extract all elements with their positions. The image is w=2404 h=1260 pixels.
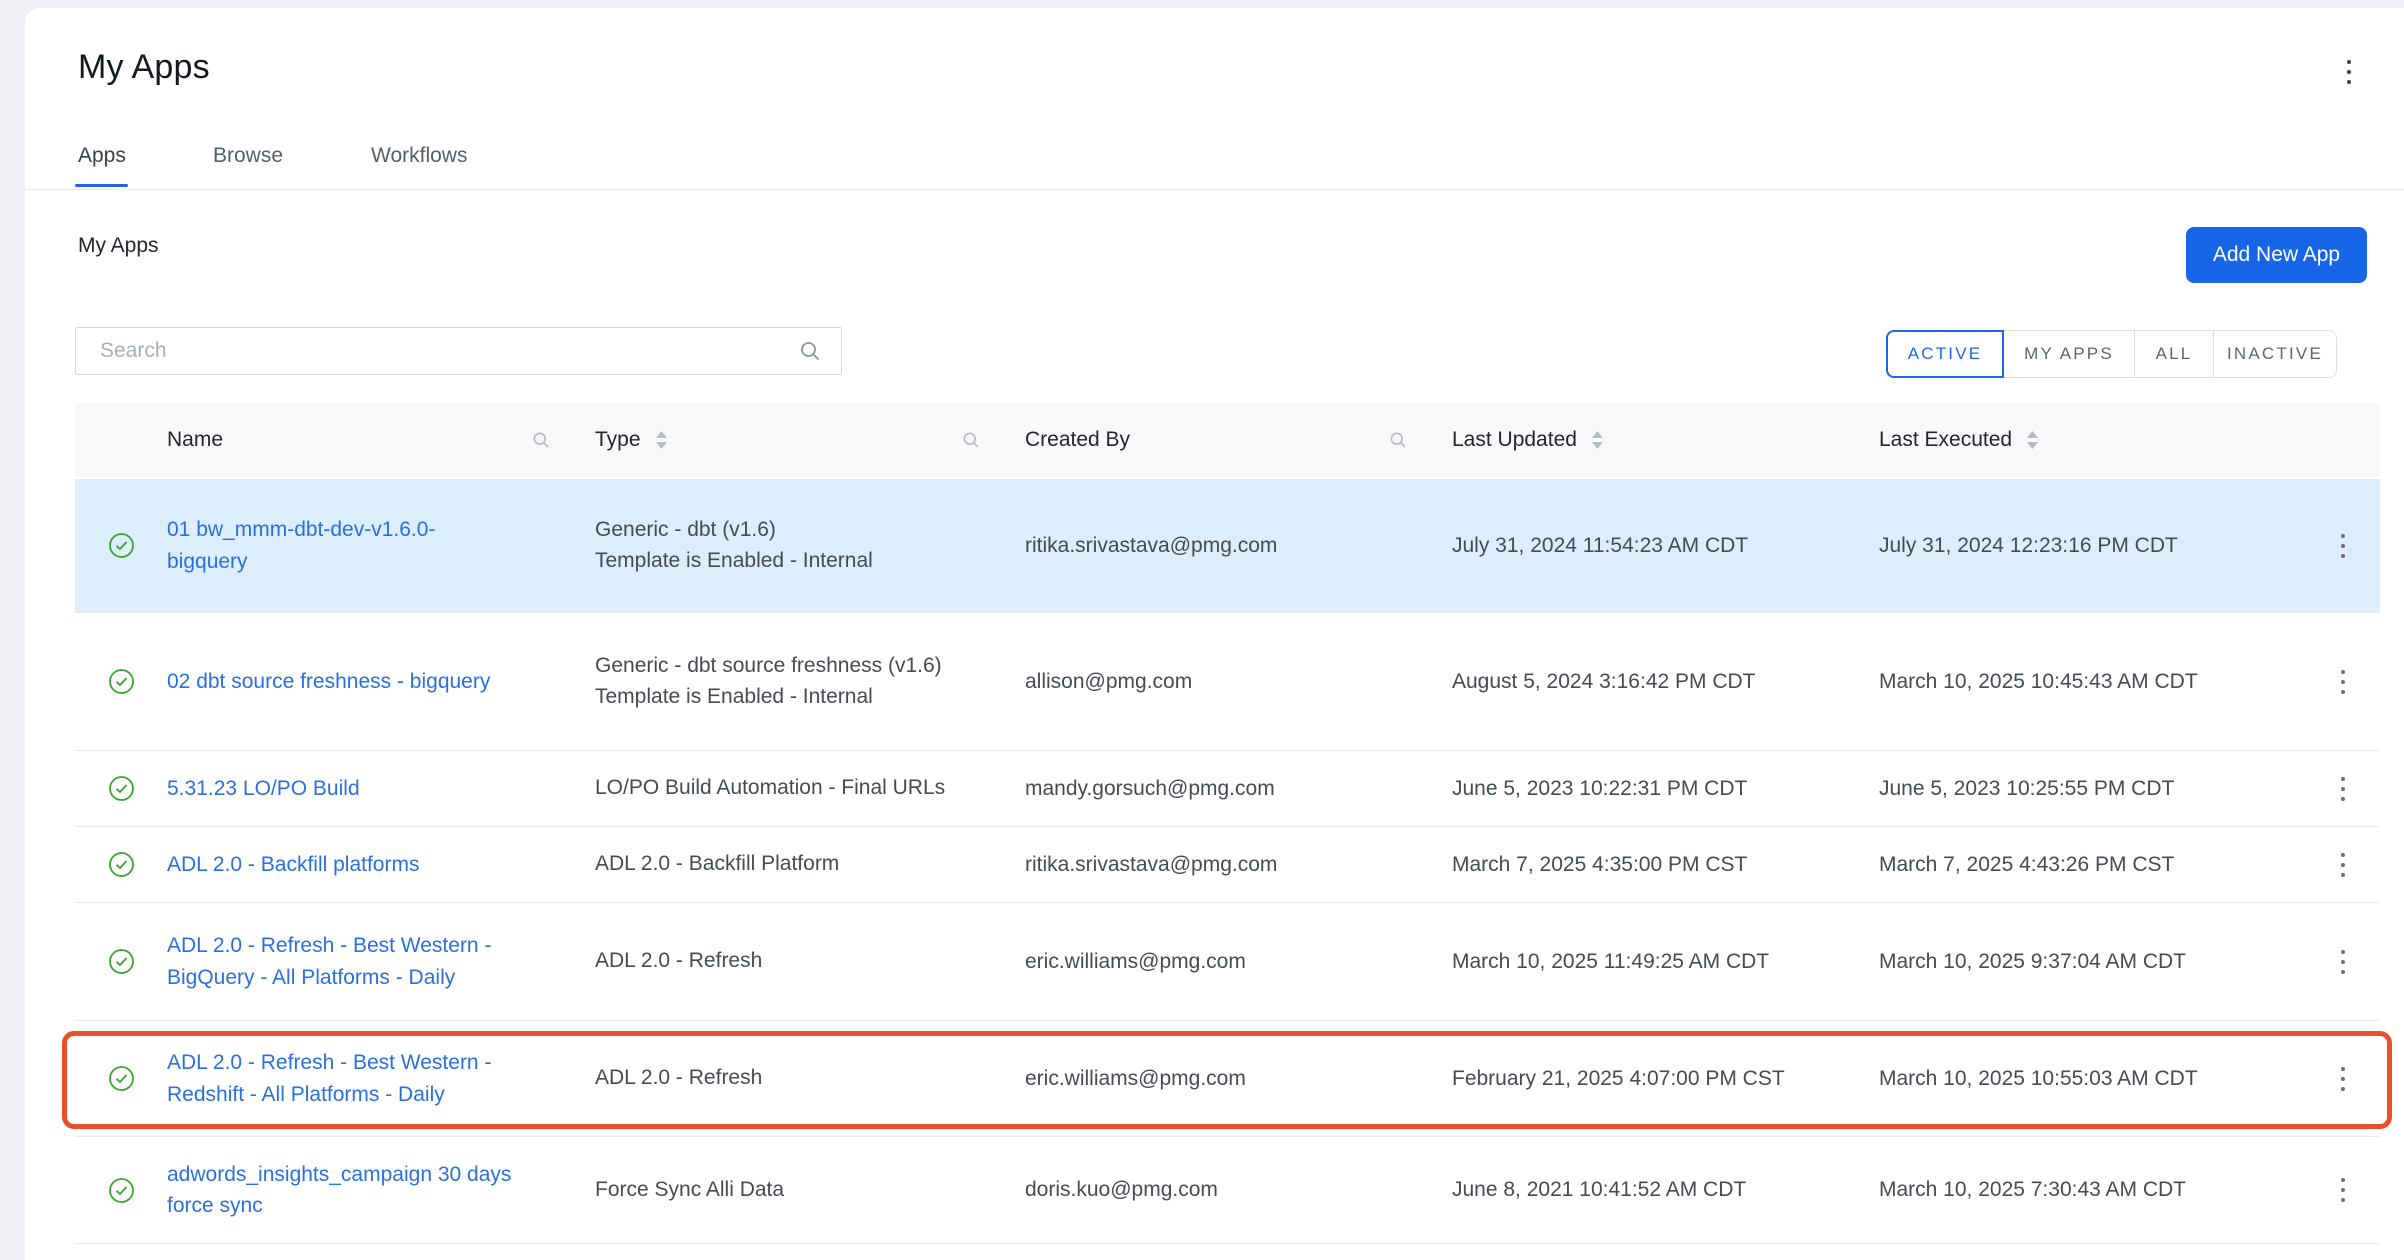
last-updated: March 7, 2025 4:35:00 PM CST xyxy=(1452,853,1879,877)
column-header-last-executed[interactable]: Last Executed xyxy=(1879,428,2305,452)
page-kebab-menu-button[interactable] xyxy=(2334,54,2364,90)
add-new-app-button[interactable]: Add New App xyxy=(2186,227,2367,283)
table-header-row: Name Type xyxy=(75,403,2380,479)
column-label: Created By xyxy=(1025,428,1130,452)
row-kebab-menu-button[interactable] xyxy=(2327,528,2359,564)
status-active-check-circle-icon xyxy=(108,668,135,695)
tab-apps[interactable]: Apps xyxy=(78,144,126,168)
last-updated: June 5, 2023 10:22:31 PM CDT xyxy=(1452,777,1879,801)
page-title: My Apps xyxy=(78,48,210,87)
sort-icon[interactable] xyxy=(2026,429,2039,451)
status-active-check-circle-icon xyxy=(108,1177,135,1204)
last-updated: June 8, 2021 10:41:52 AM CDT xyxy=(1452,1178,1879,1202)
status-active-check-circle-icon xyxy=(108,532,135,559)
apps-table: Name Type xyxy=(75,403,2380,1244)
last-executed: March 10, 2025 7:30:43 AM CDT xyxy=(1879,1178,2305,1202)
column-header-last-updated[interactable]: Last Updated xyxy=(1452,428,1879,452)
status-active-check-circle-icon xyxy=(108,851,135,878)
column-label: Type xyxy=(595,428,641,452)
column-label: Name xyxy=(167,428,223,452)
last-executed: March 10, 2025 10:45:43 AM CDT xyxy=(1879,670,2305,694)
search-icon[interactable] xyxy=(961,430,981,450)
table-row: 5.31.23 LO/PO Build LO/PO Build Automati… xyxy=(75,751,2380,827)
last-updated: March 10, 2025 11:49:25 AM CDT xyxy=(1452,950,1879,974)
filter-active-button[interactable]: ACTIVE xyxy=(1886,330,2004,378)
created-by: doris.kuo@pmg.com xyxy=(1025,1178,1452,1202)
last-updated: July 31, 2024 11:54:23 AM CDT xyxy=(1452,534,1879,558)
column-label: Last Executed xyxy=(1879,428,2012,452)
search-icon xyxy=(798,339,822,363)
app-name-link[interactable]: adwords_insights_campaign 30 days force … xyxy=(167,1159,511,1222)
last-executed: March 10, 2025 9:37:04 AM CDT xyxy=(1879,950,2305,974)
tab-workflows[interactable]: Workflows xyxy=(371,144,467,168)
app-name-link[interactable]: 01 bw_mmm-dbt-dev-v1.6.0- bigquery xyxy=(167,514,435,577)
created-by: eric.williams@pmg.com xyxy=(1025,950,1452,974)
created-by: eric.williams@pmg.com xyxy=(1025,1067,1452,1091)
filter-my-apps-button[interactable]: MY APPS xyxy=(2003,330,2135,378)
app-type: Force Sync Alli Data xyxy=(595,1175,1025,1205)
last-executed: March 7, 2025 4:43:26 PM CST xyxy=(1879,853,2305,877)
row-kebab-menu-button[interactable] xyxy=(2327,1172,2359,1208)
sort-icon[interactable] xyxy=(1591,429,1604,451)
app-type: LO/PO Build Automation - Final URLs xyxy=(595,773,1025,803)
created-by: mandy.gorsuch@pmg.com xyxy=(1025,777,1452,801)
column-header-type[interactable]: Type xyxy=(595,428,1025,452)
last-executed: July 31, 2024 12:23:16 PM CDT xyxy=(1879,534,2305,558)
tab-browse[interactable]: Browse xyxy=(213,144,283,168)
status-active-check-circle-icon xyxy=(108,775,135,802)
app-name-link[interactable]: 02 dbt source freshness - bigquery xyxy=(167,666,490,698)
filter-segmented-control: ACTIVE MY APPS ALL INACTIVE xyxy=(1886,330,2337,378)
sort-icon[interactable] xyxy=(655,429,668,451)
last-updated: August 5, 2024 3:16:42 PM CDT xyxy=(1452,670,1879,694)
app-type: Generic - dbt source freshness (v1.6) Te… xyxy=(595,651,1025,712)
created-by: allison@pmg.com xyxy=(1025,670,1452,694)
status-active-check-circle-icon xyxy=(108,948,135,975)
divider xyxy=(25,189,2404,190)
app-type: ADL 2.0 - Refresh xyxy=(595,1063,1025,1093)
search-icon[interactable] xyxy=(1388,430,1408,450)
filter-inactive-button[interactable]: INACTIVE xyxy=(2213,330,2337,378)
status-active-check-circle-icon xyxy=(108,1065,135,1092)
search-field xyxy=(75,327,842,375)
row-kebab-menu-button[interactable] xyxy=(2327,847,2359,883)
app-name-link[interactable]: ADL 2.0 - Backfill platforms xyxy=(167,849,419,881)
column-header-created-by[interactable]: Created By xyxy=(1025,428,1452,452)
table-row: 01 bw_mmm-dbt-dev-v1.6.0- bigquery Gener… xyxy=(75,479,2380,613)
main-card: My Apps Apps Browse Workflows My Apps Ad… xyxy=(25,8,2404,1260)
app-type: ADL 2.0 - Refresh xyxy=(595,946,1025,976)
table-row-annotated: ADL 2.0 - Refresh - Best Western - Redsh… xyxy=(75,1021,2380,1137)
app-type: Generic - dbt (v1.6) Template is Enabled… xyxy=(595,515,1025,576)
row-kebab-menu-button[interactable] xyxy=(2327,771,2359,807)
table-row: 02 dbt source freshness - bigquery Gener… xyxy=(75,613,2380,751)
last-executed: June 5, 2023 10:25:55 PM CDT xyxy=(1879,777,2305,801)
search-icon[interactable] xyxy=(531,430,551,450)
column-label: Last Updated xyxy=(1452,428,1577,452)
section-title: My Apps xyxy=(78,234,159,258)
app-type: ADL 2.0 - Backfill Platform xyxy=(595,849,1025,879)
table-row: adwords_insights_campaign 30 days force … xyxy=(75,1137,2380,1244)
last-executed: March 10, 2025 10:55:03 AM CDT xyxy=(1879,1067,2305,1091)
search-input[interactable] xyxy=(75,327,842,375)
app-name-link[interactable]: 5.31.23 LO/PO Build xyxy=(167,773,360,805)
created-by: ritika.srivastava@pmg.com xyxy=(1025,853,1452,877)
tab-bar: Apps Browse Workflows xyxy=(25,144,2404,190)
created-by: ritika.srivastava@pmg.com xyxy=(1025,534,1452,558)
table-row: ADL 2.0 - Refresh - Best Western - BigQu… xyxy=(75,903,2380,1021)
kebab-vertical-icon xyxy=(2347,60,2351,84)
row-kebab-menu-button[interactable] xyxy=(2327,664,2359,700)
filter-all-button[interactable]: ALL xyxy=(2134,330,2214,378)
row-kebab-menu-button[interactable] xyxy=(2327,1061,2359,1097)
last-updated: February 21, 2025 4:07:00 PM CST xyxy=(1452,1067,1879,1091)
row-kebab-menu-button[interactable] xyxy=(2327,944,2359,980)
column-header-name[interactable]: Name xyxy=(167,428,595,452)
app-name-link[interactable]: ADL 2.0 - Refresh - Best Western - BigQu… xyxy=(167,930,491,993)
active-tab-underline xyxy=(75,184,128,187)
app-name-link[interactable]: ADL 2.0 - Refresh - Best Western - Redsh… xyxy=(167,1047,491,1110)
table-row: ADL 2.0 - Backfill platforms ADL 2.0 - B… xyxy=(75,827,2380,903)
